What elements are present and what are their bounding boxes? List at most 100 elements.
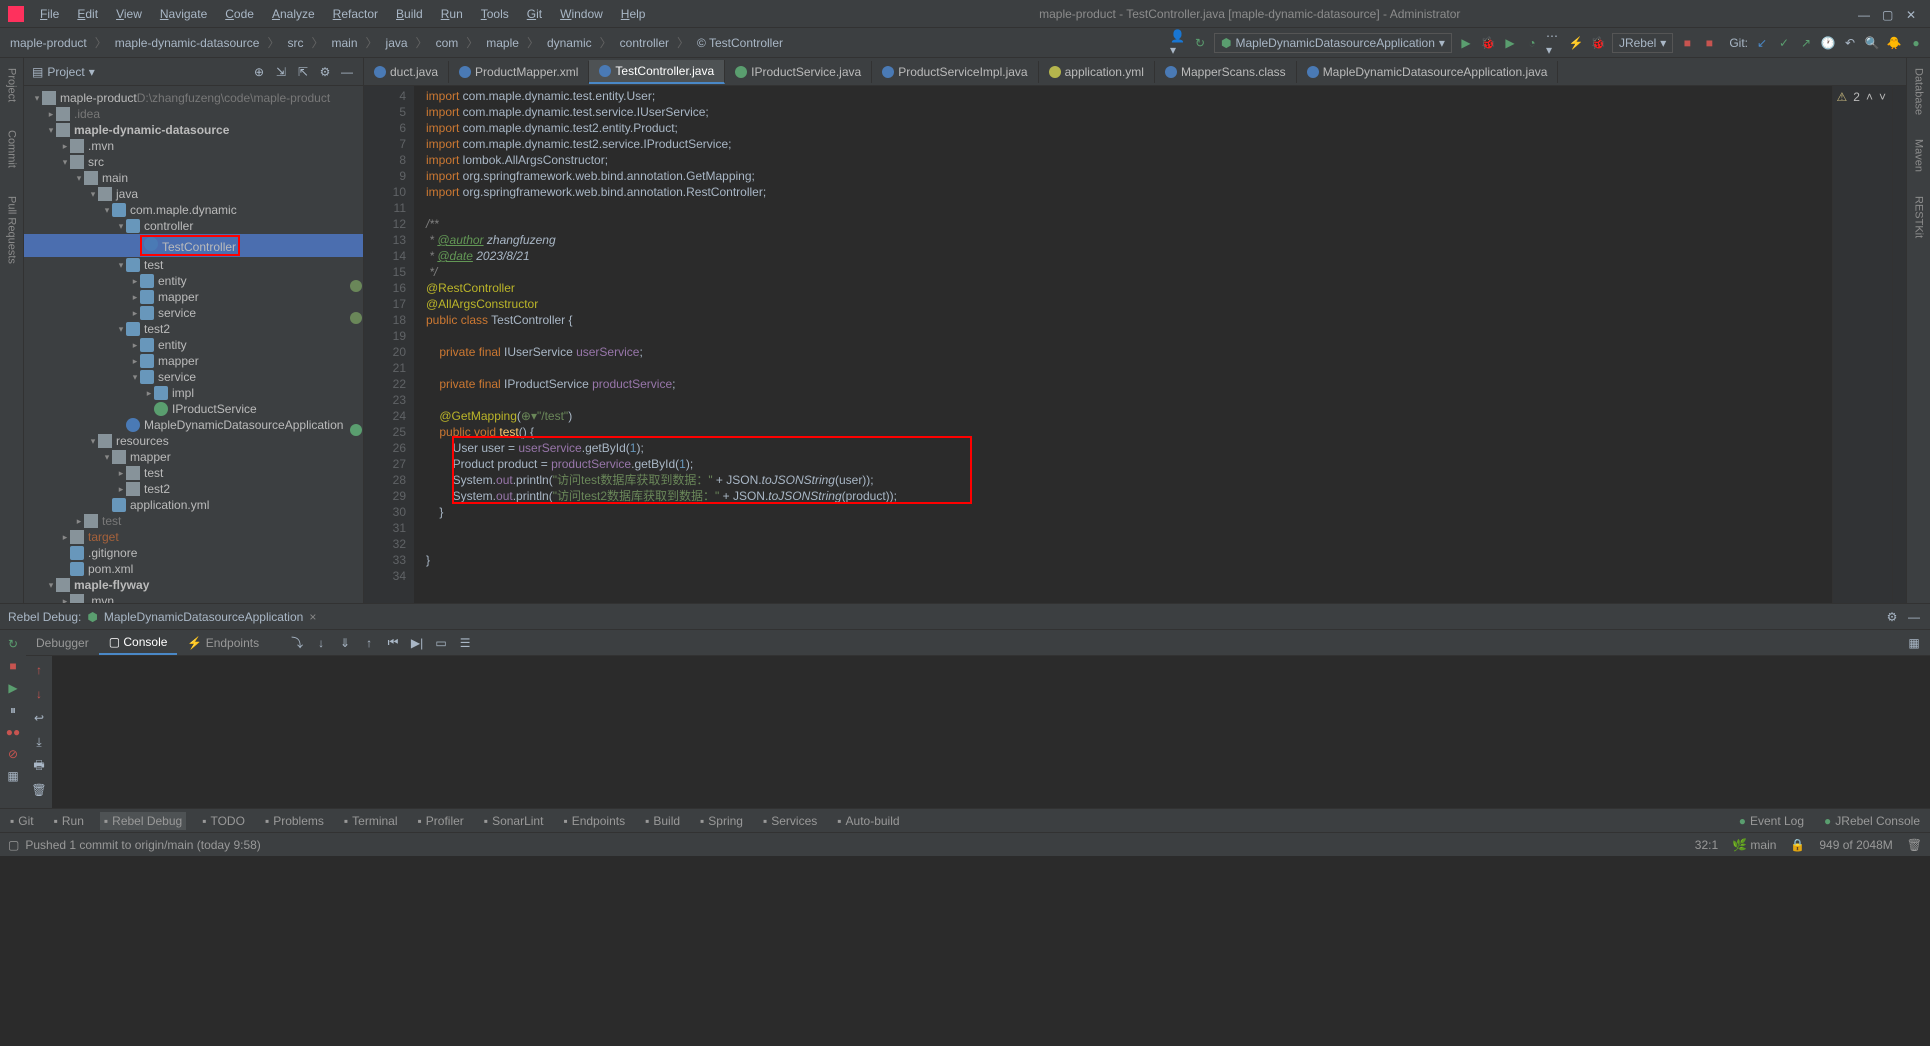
coverage-icon[interactable]: ▶ — [1502, 35, 1518, 51]
editor-tab[interactable]: MapperScans.class — [1155, 61, 1297, 83]
tree-item[interactable]: MapleDynamicDatasourceApplication — [24, 417, 363, 433]
tree-item[interactable]: ▾main — [24, 170, 363, 186]
jr-debug-icon[interactable]: 🐞 — [1590, 35, 1606, 51]
force-step-icon[interactable]: ⇓ — [337, 635, 353, 651]
bottom-services[interactable]: ▪Services — [759, 812, 821, 830]
menu-file[interactable]: File — [32, 3, 67, 25]
stop-icon[interactable]: ■ — [1679, 35, 1695, 51]
debug-gear-icon[interactable]: ⚙ — [1884, 609, 1900, 625]
tree-item[interactable]: ▾test — [24, 257, 363, 273]
code-area[interactable]: import com.maple.dynamic.test.entity.Use… — [414, 86, 1832, 603]
editor-tab[interactable]: MapleDynamicDatasourceApplication.java — [1297, 61, 1559, 83]
debug-tab-console[interactable]: ▢ Console — [99, 631, 178, 655]
pause-icon[interactable]: ⏸ — [5, 702, 21, 718]
menu-view[interactable]: View — [108, 3, 150, 25]
warning-icon[interactable]: ⚠ — [1837, 90, 1848, 104]
bottom-endpoints[interactable]: ▪Endpoints — [559, 812, 629, 830]
up-icon[interactable]: ˄ — [1866, 90, 1873, 104]
breadcrumb-item[interactable]: dynamic — [543, 34, 596, 52]
resume-icon[interactable]: ▶ — [5, 680, 21, 696]
stop-debug-icon[interactable]: ■ — [5, 658, 21, 674]
bottom-git[interactable]: ▪Git — [6, 812, 38, 830]
console-output[interactable] — [52, 656, 1930, 808]
bottom-run[interactable]: ▪Run — [50, 812, 88, 830]
menu-edit[interactable]: Edit — [69, 3, 106, 25]
tool-database[interactable]: Database — [1913, 64, 1925, 119]
settings-icon[interactable]: 🐥 — [1886, 35, 1902, 51]
breadcrumb-item[interactable]: maple — [482, 34, 523, 52]
branch-indicator[interactable]: 🌿 main — [1732, 838, 1776, 852]
tree-item[interactable]: ▾src — [24, 154, 363, 170]
expand-all-icon[interactable]: ⇲ — [273, 64, 289, 80]
tool-pull-requests[interactable]: Pull Requests — [6, 192, 18, 268]
tree-item[interactable]: IProductService — [24, 401, 363, 417]
tree-item[interactable]: .gitignore — [24, 545, 363, 561]
minimize-button[interactable]: ― — [1858, 8, 1870, 20]
bottom-rebel-debug[interactable]: ▪Rebel Debug — [100, 812, 186, 830]
layout-icon[interactable]: ▦ — [5, 768, 21, 784]
editor-content[interactable]: 4567891011121314151617181920212223242526… — [364, 86, 1906, 603]
memory-indicator[interactable]: 949 of 2048M — [1819, 838, 1892, 852]
breadcrumb-item[interactable]: maple-dynamic-datasource — [111, 34, 264, 52]
breadcrumb-item[interactable]: src — [283, 34, 307, 52]
run-icon[interactable]: ▶ — [1458, 35, 1474, 51]
tree-item[interactable]: ▾controller — [24, 218, 363, 234]
rerun-icon[interactable]: ↻ — [5, 636, 21, 652]
tree-item[interactable]: ▸impl — [24, 385, 363, 401]
run-config-selector[interactable]: ⬢ MapleDynamicDatasourceApplication ▾ — [1214, 33, 1452, 53]
mute-bp-icon[interactable]: ⊘ — [5, 746, 21, 762]
menu-tools[interactable]: Tools — [473, 3, 517, 25]
status-icon[interactable]: ▢ — [8, 838, 19, 852]
menu-navigate[interactable]: Navigate — [152, 3, 215, 25]
search-icon[interactable]: 🔍 — [1864, 35, 1880, 51]
jr-run-icon[interactable]: ⚡ — [1568, 35, 1584, 51]
user-icon[interactable]: 👤▾ — [1170, 35, 1186, 51]
tree-item[interactable]: pom.xml — [24, 561, 363, 577]
debug-layout-icon[interactable]: ▦ — [1906, 635, 1922, 651]
menu-window[interactable]: Window — [552, 3, 611, 25]
trace-icon[interactable]: ☰ — [457, 635, 473, 651]
step-out-icon[interactable]: ↑ — [361, 635, 377, 651]
gear-icon[interactable]: ⚙ — [317, 64, 333, 80]
more-run-icon[interactable]: ⋯▾ — [1546, 35, 1562, 51]
tree-item[interactable]: ▾service — [24, 369, 363, 385]
breadcrumb-item[interactable]: maple-product — [6, 34, 91, 52]
tree-item[interactable]: application.yml — [24, 497, 363, 513]
debug-tab-debugger[interactable]: Debugger — [26, 632, 99, 654]
sync-icon[interactable]: ↻ — [1192, 35, 1208, 51]
stop2-icon[interactable]: ■ — [1701, 35, 1717, 51]
collapse-all-icon[interactable]: ⇱ — [295, 64, 311, 80]
bottom-build[interactable]: ▪Build — [641, 812, 684, 830]
minimap[interactable] — [1832, 86, 1892, 603]
bottom-spring[interactable]: ▪Spring — [696, 812, 747, 830]
bottom-jrebel-console[interactable]: ●JRebel Console — [1820, 812, 1924, 830]
debug-tab-endpoints[interactable]: ⚡ Endpoints — [177, 632, 269, 654]
tree-item[interactable]: ▸test — [24, 513, 363, 529]
debug-close-tab-icon[interactable]: × — [309, 610, 316, 624]
tree-item[interactable]: ▸entity — [24, 337, 363, 353]
eval-icon[interactable]: ▭ — [433, 635, 449, 651]
avatar-icon[interactable]: ● — [1908, 35, 1924, 51]
bottom-problems[interactable]: ▪Problems — [261, 812, 328, 830]
debug-icon[interactable]: 🐞 — [1480, 35, 1496, 51]
trash-icon[interactable]: 🗑 — [1907, 838, 1922, 852]
maximize-button[interactable]: ▢ — [1882, 8, 1894, 20]
sidebar-dropdown-icon[interactable]: ▾ — [89, 65, 95, 79]
run-cursor-icon[interactable]: ▶| — [409, 635, 425, 651]
tool-maven[interactable]: Maven — [1913, 135, 1925, 176]
tree-item[interactable]: ▾maple-dynamic-datasource — [24, 122, 363, 138]
close-button[interactable]: ✕ — [1906, 8, 1918, 20]
hide-icon[interactable]: ― — [339, 64, 355, 80]
clear-icon[interactable]: 🗑 — [31, 782, 47, 798]
tree-item[interactable]: ▸.mvn — [24, 593, 363, 603]
drop-frame-icon[interactable]: ⏮ — [385, 635, 401, 651]
git-update-icon[interactable]: ↙ — [1754, 35, 1770, 51]
git-history-icon[interactable]: 🕐 — [1820, 35, 1836, 51]
tree-item[interactable]: ▸service — [24, 305, 363, 321]
lock-icon[interactable]: 🔒 — [1790, 838, 1805, 852]
menu-help[interactable]: Help — [613, 3, 654, 25]
tree-item[interactable]: ▾test2 — [24, 321, 363, 337]
select-opened-icon[interactable]: ⊕ — [251, 64, 267, 80]
tree-item[interactable]: ▸.idea — [24, 106, 363, 122]
tree-item[interactable]: ▸mapper — [24, 289, 363, 305]
